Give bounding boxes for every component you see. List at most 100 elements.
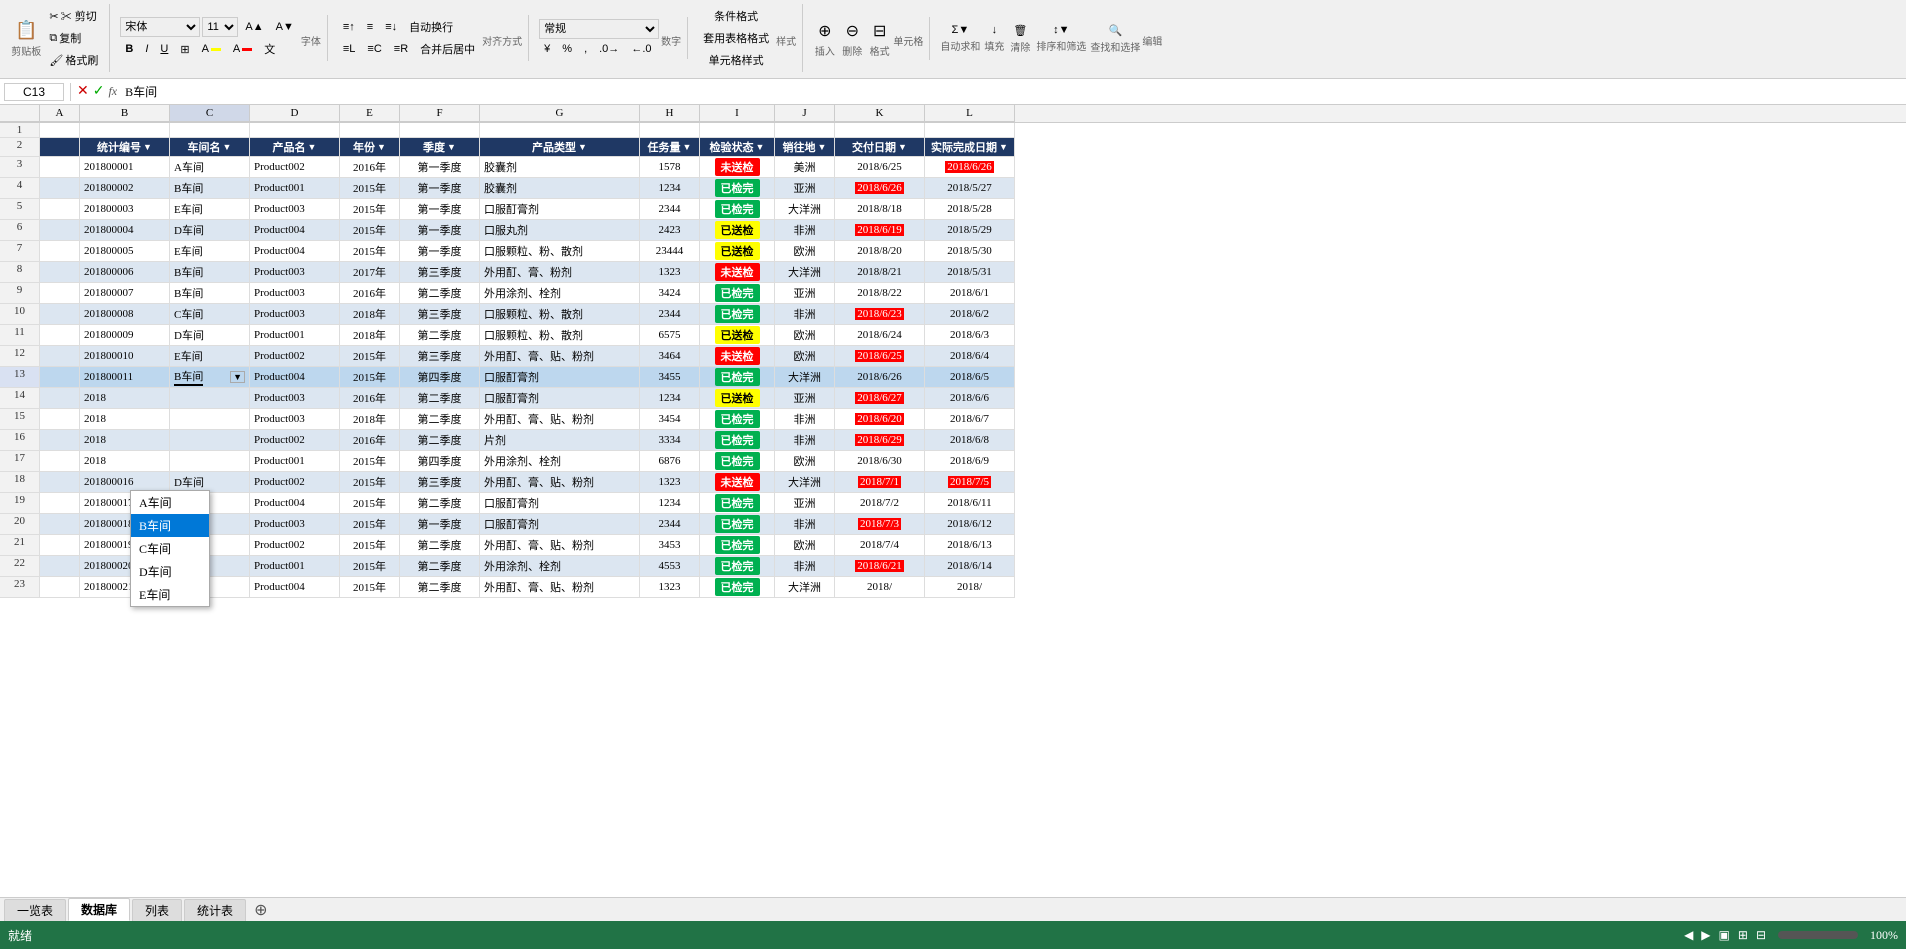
cell-a9[interactable] (40, 283, 80, 304)
cell-e16[interactable]: 2016年 (340, 430, 400, 451)
bold-button[interactable]: B (120, 41, 138, 57)
cell-g3[interactable]: 胶囊剂 (480, 157, 640, 178)
cell-k15[interactable]: 2018/6/20 (835, 409, 925, 430)
cell-a12[interactable] (40, 346, 80, 367)
cell-k20[interactable]: 2018/7/3 (835, 514, 925, 535)
cell-e2-header[interactable]: 年份 ▼ (340, 138, 400, 157)
col-header-g[interactable]: G (480, 105, 640, 122)
cell-c9[interactable]: B车间 (170, 283, 250, 304)
cell-h4[interactable]: 1234 (640, 178, 700, 199)
cell-i19[interactable]: 已检完 (700, 493, 775, 514)
copy-button[interactable]: ⧉ 复制 (44, 28, 103, 48)
cell-e3[interactable]: 2016年 (340, 157, 400, 178)
cell-d4[interactable]: Product001 (250, 178, 340, 199)
cell-g23[interactable]: 外用酊、膏、贴、粉剂 (480, 577, 640, 598)
fill-color-button[interactable]: A (197, 41, 226, 57)
cell-g20[interactable]: 口服酊膏剂 (480, 514, 640, 535)
clear-button[interactable]: 🗑 (1008, 22, 1032, 39)
cell-l16[interactable]: 2018/6/8 (925, 430, 1015, 451)
cell-k9[interactable]: 2018/8/22 (835, 283, 925, 304)
cell-g12[interactable]: 外用酊、膏、贴、粉剂 (480, 346, 640, 367)
cell-h7[interactable]: 23444 (640, 241, 700, 262)
cell-h10[interactable]: 2344 (640, 304, 700, 325)
cell-h5[interactable]: 2344 (640, 199, 700, 220)
cell-d8[interactable]: Product003 (250, 262, 340, 283)
cell-k21[interactable]: 2018/7/4 (835, 535, 925, 556)
cut-button[interactable]: ✂ ✂ 剪切 (44, 6, 103, 26)
add-sheet-button[interactable]: ⊕ (248, 900, 273, 920)
cell-a20[interactable] (40, 514, 80, 535)
font-size-select[interactable]: 11 (202, 17, 238, 37)
col-header-k[interactable]: K (835, 105, 925, 122)
cell-i15[interactable]: 已检完 (700, 409, 775, 430)
cell-g11[interactable]: 口服颗粒、粉、散剂 (480, 325, 640, 346)
col-j-filter-arrow[interactable]: ▼ (818, 142, 827, 152)
table-format-button[interactable]: 套用表格格式 (698, 28, 774, 48)
cell-g8[interactable]: 外用酊、膏、粉剂 (480, 262, 640, 283)
cell-a1[interactable] (40, 123, 80, 138)
cell-h11[interactable]: 6575 (640, 325, 700, 346)
cell-i10[interactable]: 已检完 (700, 304, 775, 325)
cell-b12[interactable]: 201800010 (80, 346, 170, 367)
cell-h23[interactable]: 1323 (640, 577, 700, 598)
find-select-button[interactable]: 🔍 (1103, 22, 1127, 39)
cell-dropdown-list[interactable]: A车间 B车间 C车间 D车间 E车间 (130, 490, 210, 607)
cell-e18[interactable]: 2015年 (340, 472, 400, 493)
cell-e1[interactable] (340, 123, 400, 138)
scroll-right-icon[interactable]: ▶ (1701, 928, 1710, 943)
confirm-formula-icon[interactable]: ✓ (93, 83, 105, 100)
cell-b15[interactable]: 2018 (80, 409, 170, 430)
dropdown-item-b[interactable]: B车间 (131, 514, 209, 537)
cell-e21[interactable]: 2015年 (340, 535, 400, 556)
cell-i22[interactable]: 已检完 (700, 556, 775, 577)
border-button[interactable]: ⊞ (175, 41, 194, 58)
cell-g19[interactable]: 口服酊膏剂 (480, 493, 640, 514)
cell-i9[interactable]: 已检完 (700, 283, 775, 304)
cell-e8[interactable]: 2017年 (340, 262, 400, 283)
cell-h6[interactable]: 2423 (640, 220, 700, 241)
cell-l6[interactable]: 2018/5/29 (925, 220, 1015, 241)
conditional-format-button[interactable]: 条件格式 (709, 6, 763, 26)
dropdown-trigger[interactable]: ▼ (230, 371, 245, 383)
cell-i3[interactable]: 未送检 (700, 157, 775, 178)
col-g-filter-arrow[interactable]: ▼ (578, 142, 587, 152)
format-painter-button[interactable]: 🖌 格式刷 (44, 50, 103, 70)
col-c-filter-arrow[interactable]: ▼ (223, 142, 232, 152)
cell-l15[interactable]: 2018/6/7 (925, 409, 1015, 430)
cell-d19[interactable]: Product004 (250, 493, 340, 514)
cell-a13[interactable] (40, 367, 80, 388)
decrease-decimal-button[interactable]: ←.0 (626, 41, 656, 57)
cell-f10[interactable]: 第三季度 (400, 304, 480, 325)
cell-e7[interactable]: 2015年 (340, 241, 400, 262)
currency-button[interactable]: ¥ (539, 41, 555, 57)
cell-e14[interactable]: 2016年 (340, 388, 400, 409)
col-f-filter-arrow[interactable]: ▼ (447, 142, 456, 152)
cell-j17[interactable]: 欧洲 (775, 451, 835, 472)
cell-h16[interactable]: 3334 (640, 430, 700, 451)
cell-l14[interactable]: 2018/6/6 (925, 388, 1015, 409)
wen-button[interactable]: 文 (259, 39, 280, 59)
cell-d13[interactable]: Product004 (250, 367, 340, 388)
align-center-button[interactable]: ≡C (362, 39, 386, 59)
cell-j13[interactable]: 大洋洲 (775, 367, 835, 388)
cell-f5[interactable]: 第一季度 (400, 199, 480, 220)
cell-f15[interactable]: 第二季度 (400, 409, 480, 430)
cell-l21[interactable]: 2018/6/13 (925, 535, 1015, 556)
cell-e10[interactable]: 2018年 (340, 304, 400, 325)
align-right-button[interactable]: ≡R (389, 39, 413, 59)
cell-j8[interactable]: 大洋洲 (775, 262, 835, 283)
cell-c5[interactable]: E车间 (170, 199, 250, 220)
cell-j22[interactable]: 非洲 (775, 556, 835, 577)
cell-i18[interactable]: 未送检 (700, 472, 775, 493)
cell-a22[interactable] (40, 556, 80, 577)
cell-l18[interactable]: 2018/7/5 (925, 472, 1015, 493)
zoom-slider[interactable] (1778, 931, 1858, 939)
cell-d3[interactable]: Product002 (250, 157, 340, 178)
cell-j21[interactable]: 欧洲 (775, 535, 835, 556)
decrease-font-button[interactable]: A▼ (271, 19, 299, 35)
col-header-i[interactable]: I (700, 105, 775, 122)
cell-d5[interactable]: Product003 (250, 199, 340, 220)
cell-k10[interactable]: 2018/6/23 (835, 304, 925, 325)
cell-k2-header[interactable]: 交付日期 ▼ (835, 138, 925, 157)
cell-h17[interactable]: 6876 (640, 451, 700, 472)
